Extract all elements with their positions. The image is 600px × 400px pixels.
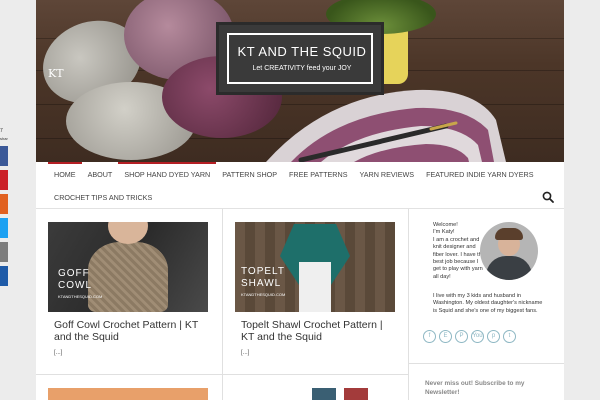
about-text-wide: I live with my 3 kids and husband in Was… bbox=[433, 293, 543, 314]
nav-row-primary: HOME ABOUT SHOP HAND DYED YARN PATTERN SHOP… bbox=[48, 162, 540, 184]
post-title[interactable]: Goff Cowl Crochet Pattern | KT and the S… bbox=[54, 319, 206, 343]
main-nav: HOME ABOUT SHOP HAND DYED YARN PATTERN SHOP… bbox=[36, 162, 564, 209]
about-line: I'm Katy! bbox=[433, 229, 455, 236]
site-logo-frame: KT AND THE SQUID Let CREATIVITY feed you… bbox=[227, 33, 373, 84]
site-title: KT AND THE SQUID bbox=[237, 44, 367, 59]
share-count-label: shares bbox=[0, 136, 8, 141]
thumb-site: KTANDTHESQUID.COM bbox=[241, 292, 286, 297]
share-count: 7 shares bbox=[0, 128, 8, 142]
thumb-site: KTANDTHESQUID.COM bbox=[58, 294, 103, 299]
nav-item-pattern-shop[interactable]: PATTERN SHOP bbox=[216, 162, 283, 184]
kt-logo-mark: KT bbox=[48, 68, 84, 96]
newsletter-heading: Never miss out! Subscribe to my Newslett… bbox=[425, 380, 525, 396]
post-excerpt: [...] bbox=[241, 350, 250, 356]
nav-item-free-patterns[interactable]: FREE PATTERNS bbox=[283, 162, 353, 184]
pinterest-share-button[interactable] bbox=[0, 170, 8, 190]
page-wrapper: KT KT AND THE SQUID Let CREATIVITY feed … bbox=[36, 0, 564, 400]
cowl-shape bbox=[88, 242, 168, 312]
nav-row-secondary: CROCHET TIPS AND TRICKS bbox=[48, 185, 158, 207]
post-title[interactable]: Topelt Shawl Crochet Pattern | KT and th… bbox=[241, 319, 393, 343]
thumb-title-line2: COWL bbox=[58, 280, 92, 291]
post-excerpt: [...] bbox=[54, 350, 63, 356]
model-dress bbox=[299, 262, 331, 312]
facebook-icon[interactable]: f bbox=[423, 330, 436, 343]
share-count-number: 7 bbox=[0, 128, 3, 134]
twitter-share-button[interactable] bbox=[0, 218, 8, 238]
nav-item-featured-indie-yarn-dyers[interactable]: FEATURED INDIE YARN DYERS bbox=[420, 162, 539, 184]
pinterest-alt-icon[interactable]: p bbox=[487, 330, 500, 343]
youtube-icon[interactable]: You bbox=[471, 330, 484, 343]
flipboard-share-button[interactable] bbox=[0, 266, 8, 286]
thumb-title-line2: SHAWL bbox=[241, 278, 282, 289]
avatar bbox=[480, 222, 538, 280]
search-icon[interactable] bbox=[542, 191, 554, 203]
social-links: f E P You p t bbox=[423, 330, 519, 343]
nav-item-yarn-reviews[interactable]: YARN REVIEWS bbox=[353, 162, 420, 184]
pinterest-icon[interactable]: P bbox=[455, 330, 468, 343]
kt-mark-text: KT bbox=[48, 67, 64, 80]
nav-item-crochet-tips-and-tricks[interactable]: CROCHET TIPS AND TRICKS bbox=[48, 185, 158, 207]
email-share-button[interactable] bbox=[0, 242, 8, 262]
model-face bbox=[108, 222, 148, 244]
thumb-title-line1: GOFF bbox=[58, 268, 90, 279]
facebook-share-button[interactable] bbox=[0, 146, 8, 166]
nav-item-shop-hand-dyed-yarn[interactable]: SHOP HAND DYED YARN bbox=[118, 162, 217, 184]
nav-item-home[interactable]: HOME bbox=[48, 162, 82, 184]
about-text: Welcome! I'm Katy! I am a crochet and kn… bbox=[433, 222, 485, 281]
site-tagline: Let CREATIVITY feed your JOY bbox=[252, 65, 352, 72]
post-card-preview-2[interactable] bbox=[312, 388, 392, 400]
header-banner: KT KT AND THE SQUID Let CREATIVITY feed … bbox=[36, 0, 564, 162]
avatar-hair bbox=[495, 228, 523, 240]
email-icon[interactable]: E bbox=[439, 330, 452, 343]
post-card-topelt-shawl[interactable]: TOPELT SHAWL KTANDTHESQUID.COM Topelt Sh… bbox=[235, 222, 400, 372]
avatar-shirt bbox=[486, 256, 532, 280]
site-logo[interactable]: KT AND THE SQUID Let CREATIVITY feed you… bbox=[216, 22, 384, 95]
twitter-icon[interactable]: t bbox=[503, 330, 516, 343]
yummly-share-button[interactable] bbox=[0, 194, 8, 214]
post-thumbnail[interactable]: TOPELT SHAWL KTANDTHESQUID.COM bbox=[235, 222, 395, 312]
about-line: Welcome! bbox=[433, 222, 458, 228]
post-card-preview-1[interactable] bbox=[48, 388, 208, 400]
post-card-goff-cowl[interactable]: GOFF COWL KTANDTHESQUID.COM Goff Cowl Cr… bbox=[48, 222, 213, 372]
about-line: I am a crochet and knit designer and fib… bbox=[433, 236, 485, 280]
thumb-title-line1: TOPELT bbox=[241, 266, 285, 277]
nav-item-about[interactable]: ABOUT bbox=[82, 162, 119, 184]
post-thumbnail[interactable]: GOFF COWL KTANDTHESQUID.COM bbox=[48, 222, 208, 312]
